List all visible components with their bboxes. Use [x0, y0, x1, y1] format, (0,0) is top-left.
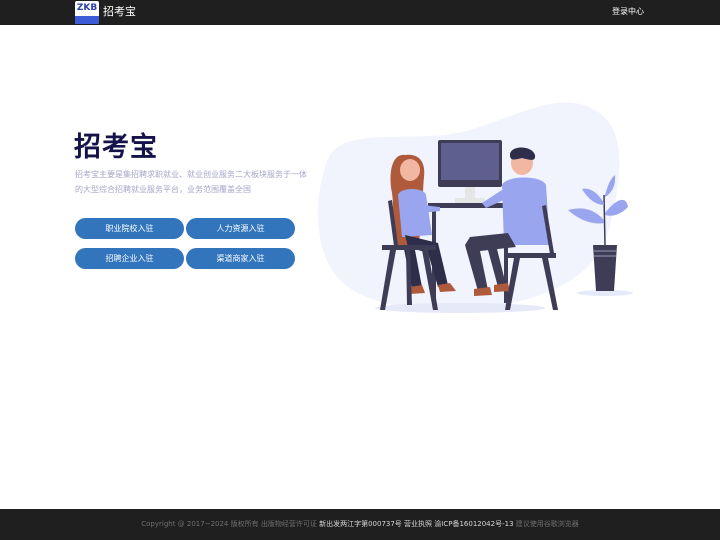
icp-link[interactable]: 渝ICP备16012042号-13 — [434, 520, 513, 528]
logo-text: ZKB — [76, 3, 98, 13]
publication-license-number: 新出发两江字第000737号 — [319, 520, 402, 528]
logo[interactable]: ZKB — [75, 1, 99, 24]
publication-license-label: 出版物经营许可证 — [260, 520, 317, 528]
recruiting-company-join-button[interactable]: 招聘企业入驻 — [75, 248, 184, 269]
monitor-screen — [441, 143, 499, 180]
hero-title: 招考宝 — [74, 132, 158, 163]
monitor-stand — [465, 187, 475, 199]
hero-description: 招考宝主要是集招聘求职就业、就业创业服务二大板块服务于一体的大型综合招聘就业服务… — [75, 170, 307, 194]
vocational-school-join-button[interactable]: 职业院校入驻 — [75, 218, 184, 239]
footer: Copyright @ 2017~2024 版权所有 出版物经营许可证 新出发两… — [0, 509, 720, 540]
team-working-illustration — [318, 102, 633, 313]
desk-top — [428, 203, 510, 208]
brand-name[interactable]: 招考宝 — [103, 4, 136, 20]
browser-tip: 建议使用谷歌浏览器 — [515, 520, 579, 528]
hr-agency-join-button[interactable]: 人力资源入驻 — [186, 218, 295, 239]
business-license-link[interactable]: 营业执照 — [404, 520, 432, 528]
floor-shadow — [375, 303, 545, 313]
monitor-base — [455, 198, 485, 203]
copyright-text: Copyright @ 2017~2024 版权所有 — [141, 520, 259, 528]
channel-partner-join-button[interactable]: 渠道商家入驻 — [186, 248, 295, 269]
logo-bar — [75, 16, 99, 24]
top-navbar: ZKB 招考宝 登录中心 — [0, 0, 720, 25]
login-center-link[interactable]: 登录中心 — [612, 6, 644, 18]
